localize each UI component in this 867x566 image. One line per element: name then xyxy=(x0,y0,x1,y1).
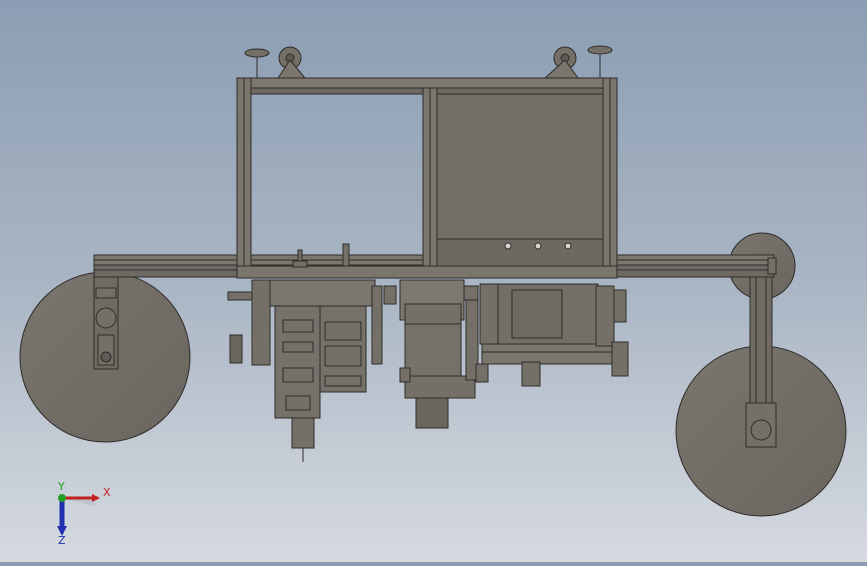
cad-viewport[interactable]: X Y Z xyxy=(0,0,867,562)
right-mechanism xyxy=(479,283,629,387)
view-orientation-triad: X Y Z xyxy=(57,480,111,547)
left-wheel-mount xyxy=(93,276,119,370)
center-motor xyxy=(399,279,489,429)
y-axis-label: Y xyxy=(57,480,65,493)
model-canvas[interactable]: X Y Z xyxy=(0,0,867,562)
right-wheel-mount xyxy=(745,257,777,448)
left-mechanism xyxy=(227,279,397,462)
x-axis-label: X xyxy=(103,486,111,499)
y-axis-marker xyxy=(58,494,66,502)
z-axis-label: Z xyxy=(58,534,66,547)
top-casters xyxy=(244,45,613,79)
main-frame xyxy=(236,77,618,279)
